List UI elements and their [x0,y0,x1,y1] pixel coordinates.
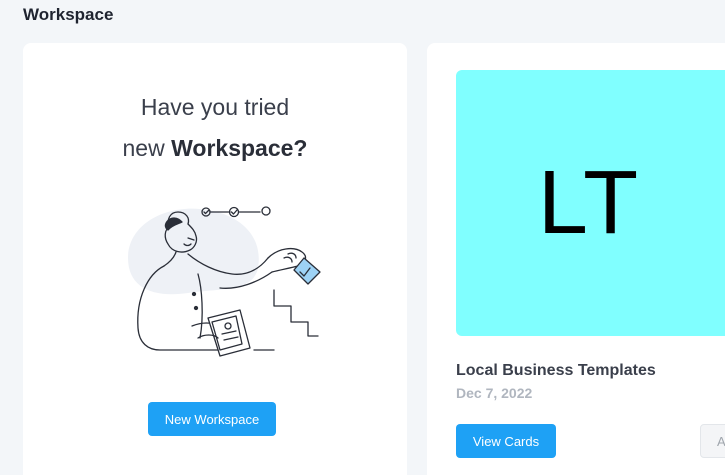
promo-heading-prefix: new [122,135,172,161]
page-title: Workspace [23,5,114,24]
template-title: Local Business Templates [456,362,656,379]
promo-heading-line2: new Workspace? [23,135,407,162]
view-cards-button[interactable]: View Cards [456,424,556,458]
promo-heading-line1: Have you tried [140,94,290,120]
template-thumbnail[interactable]: LT [456,70,725,336]
template-card-local-business[interactable]: LT Local Business Templates Dec 7, 2022 … [427,43,725,475]
template-thumbnail-initials: LT [537,152,641,253]
secondary-action-button[interactable]: A [700,424,725,458]
promo-heading-bold: Workspace? [171,135,308,161]
new-workspace-promo-card: Have you tried new Workspace? New Worksp… [23,43,407,475]
new-workspace-button[interactable]: New Workspace [148,402,276,436]
template-date: Dec 7, 2022 [456,385,533,401]
workspace-illustration [128,206,321,357]
